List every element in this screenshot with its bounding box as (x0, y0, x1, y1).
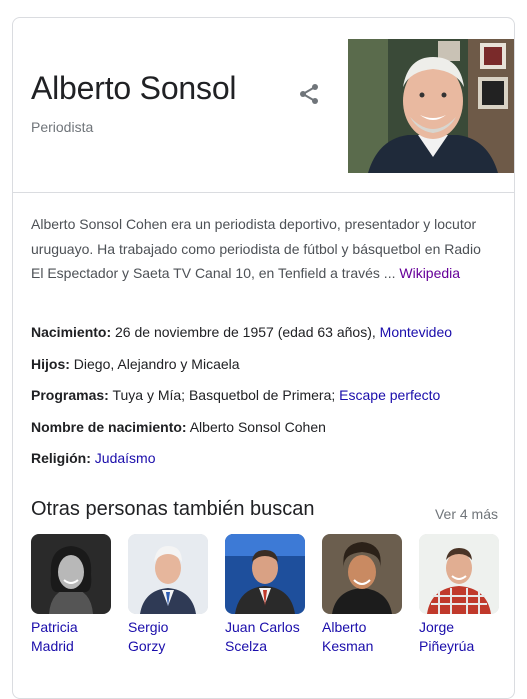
entity-title: Alberto Sonsol (31, 70, 237, 106)
wikipedia-link[interactable]: Wikipedia (399, 265, 460, 281)
entity-photo[interactable] (348, 39, 514, 173)
fact-label: Programas: (31, 387, 109, 404)
fact-label: Religión: (31, 450, 91, 467)
fact-value: Diego, Alejandro y Micaela (73, 355, 240, 372)
fact-birth: Nacimiento: 26 de noviembre de 1957 (eda… (31, 321, 501, 353)
person-photo[interactable] (419, 534, 499, 614)
person-photo[interactable] (128, 534, 208, 614)
fact-value: Tuya y Mía; Basquetbol de Primera; (112, 387, 336, 404)
birthplace-link[interactable]: Montevideo (380, 324, 452, 340)
person-photo[interactable] (31, 534, 111, 614)
person-card[interactable]: Jorge Piñeyrúa (419, 534, 499, 656)
fact-value: Alberto Sonsol Cohen (189, 418, 326, 435)
religion-link[interactable]: Judaísmo (95, 450, 156, 466)
share-icon (300, 84, 318, 104)
person-photo[interactable] (225, 534, 305, 614)
person-name[interactable]: Juan Carlos Scelza (225, 618, 305, 656)
fact-religion: Religión: Judaísmo (31, 447, 501, 479)
entity-subtitle: Periodista (31, 119, 94, 135)
knowledge-panel: Alberto Sonsol Periodista Alberto Sonsol… (12, 17, 515, 699)
program-link[interactable]: Escape perfecto (339, 387, 440, 403)
person-name[interactable]: Patricia Madrid (31, 618, 111, 656)
person-photo[interactable] (322, 534, 402, 614)
fact-birth-name: Nombre de nacimiento: Alberto Sonsol Coh… (31, 416, 501, 448)
person-name[interactable]: Jorge Piñeyrúa (419, 618, 499, 656)
fact-label: Nombre de nacimiento: (31, 418, 187, 435)
fact-label: Nacimiento: (31, 324, 112, 340)
see-more-link[interactable]: Ver 4 más (435, 506, 498, 522)
facts-list: Nacimiento: 26 de noviembre de 1957 (eda… (31, 321, 501, 479)
person-name[interactable]: Sergio Gorzy (128, 618, 208, 656)
fact-label: Hijos: (31, 355, 70, 372)
fact-value: 26 de noviembre de 1957 (edad 63 años), (115, 324, 376, 340)
entity-description: Alberto Sonsol Cohen era un periodista d… (31, 212, 491, 286)
fact-children: Hijos: Diego, Alejandro y Micaela (31, 353, 501, 385)
person-card[interactable]: Juan Carlos Scelza (225, 534, 305, 656)
person-name[interactable]: Alberto Kesman (322, 618, 402, 656)
section-divider (13, 192, 514, 193)
fact-programs: Programas: Tuya y Mía; Basquetbol de Pri… (31, 384, 501, 416)
others-section-title: Otras personas también buscan (31, 498, 315, 520)
person-card[interactable]: Patricia Madrid (31, 534, 111, 656)
person-card[interactable]: Alberto Kesman (322, 534, 402, 656)
share-button[interactable] (293, 78, 325, 110)
person-card[interactable]: Sergio Gorzy (128, 534, 208, 656)
